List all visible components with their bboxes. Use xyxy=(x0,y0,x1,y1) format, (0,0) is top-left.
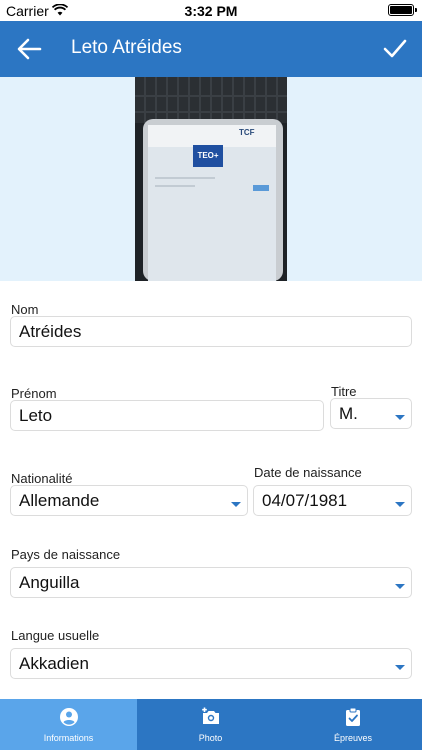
checkmark-icon[interactable] xyxy=(382,37,408,61)
pays-naissance-select[interactable]: Anguilla xyxy=(10,567,412,598)
date-naissance-label: Date de naissance xyxy=(254,465,362,480)
person-circle-icon xyxy=(59,708,78,726)
langue-usuelle-select[interactable]: Akkadien xyxy=(10,648,412,679)
nationalite-value: Allemande xyxy=(19,491,100,510)
dropdown-caret-icon xyxy=(395,502,405,507)
prenom-field[interactable]: Leto xyxy=(10,400,324,431)
screen-button xyxy=(253,185,269,191)
tab-epreuves[interactable]: Épreuves xyxy=(284,699,422,750)
screen-text-line xyxy=(155,185,195,187)
tcf-logo-text: TCF xyxy=(239,128,255,137)
tab-photo-label: Photo xyxy=(198,733,223,743)
titre-label: Titre xyxy=(331,384,357,399)
tab-epreuves-label: Épreuves xyxy=(333,733,373,743)
titre-value: M. xyxy=(339,404,358,423)
tab-photo[interactable]: Photo xyxy=(137,699,284,750)
dropdown-caret-icon xyxy=(395,584,405,589)
dropdown-caret-icon xyxy=(231,502,241,507)
page-title: Leto Atréides xyxy=(71,37,182,58)
dropdown-caret-icon xyxy=(395,665,405,670)
titre-select[interactable]: M. xyxy=(330,398,412,429)
battery-icon xyxy=(388,4,417,16)
tab-bar: Informations Photo Épreuves xyxy=(0,699,422,750)
prenom-label: Prénom xyxy=(11,386,57,401)
teo-logo: TEO+ xyxy=(193,145,223,167)
screen-text-line xyxy=(155,177,215,179)
nationalite-label: Nationalité xyxy=(11,471,73,486)
tab-informations[interactable]: Informations xyxy=(0,699,137,750)
photo-section: TCF TEO+ xyxy=(0,77,422,281)
nom-label: Nom xyxy=(11,302,39,317)
keyboard-row xyxy=(135,111,287,113)
keyboard-image-area xyxy=(135,77,287,123)
date-naissance-value: 04/07/1981 xyxy=(262,491,348,510)
langue-usuelle-label: Langue usuelle xyxy=(11,628,100,643)
clipboard-check-icon xyxy=(346,707,360,726)
dropdown-caret-icon xyxy=(395,415,405,420)
langue-usuelle-value: Akkadien xyxy=(19,654,89,673)
status-bar: Carrier 3:32 PM xyxy=(0,0,422,21)
pays-naissance-value: Anguilla xyxy=(19,573,80,592)
candidate-photo[interactable]: TCF TEO+ xyxy=(135,77,287,281)
prenom-value: Leto xyxy=(19,406,53,425)
back-arrow-icon[interactable] xyxy=(16,37,42,61)
tab-informations-label: Informations xyxy=(43,733,94,743)
navigation-bar: Leto Atréides xyxy=(0,21,422,77)
nom-value: Atréides xyxy=(19,322,82,341)
camera-add-icon xyxy=(201,707,219,724)
nom-field[interactable]: Atréides xyxy=(10,316,412,347)
tablet-screen-header xyxy=(148,125,276,147)
pays-naissance-label: Pays de naissance xyxy=(11,547,121,562)
keyboard-row xyxy=(135,95,287,97)
date-naissance-select[interactable]: 04/07/1981 xyxy=(253,485,412,516)
nationalite-select[interactable]: Allemande xyxy=(10,485,248,516)
clock: 3:32 PM xyxy=(184,3,238,19)
